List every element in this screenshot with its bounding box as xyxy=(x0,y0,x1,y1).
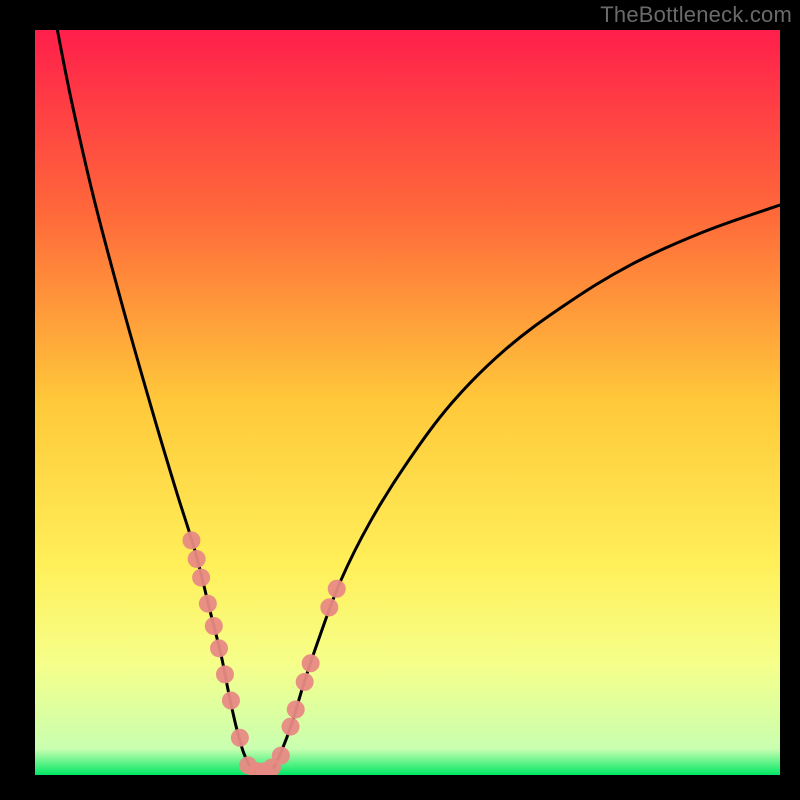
watermark-text: TheBottleneck.com xyxy=(600,2,792,28)
data-marker xyxy=(182,531,200,549)
data-marker xyxy=(199,595,217,613)
data-marker xyxy=(272,747,290,765)
data-marker xyxy=(302,654,320,672)
data-marker xyxy=(328,580,346,598)
chart-container: TheBottleneck.com xyxy=(0,0,800,800)
data-marker xyxy=(188,550,206,568)
data-marker xyxy=(282,718,300,736)
data-marker xyxy=(287,700,305,718)
bottleneck-chart xyxy=(0,0,800,800)
data-marker xyxy=(320,598,338,616)
plot-background xyxy=(35,30,780,775)
data-marker xyxy=(205,617,223,635)
data-marker xyxy=(216,665,234,683)
data-marker xyxy=(296,673,314,691)
data-marker xyxy=(222,692,240,710)
data-marker xyxy=(210,639,228,657)
data-marker xyxy=(192,569,210,587)
data-marker xyxy=(231,729,249,747)
